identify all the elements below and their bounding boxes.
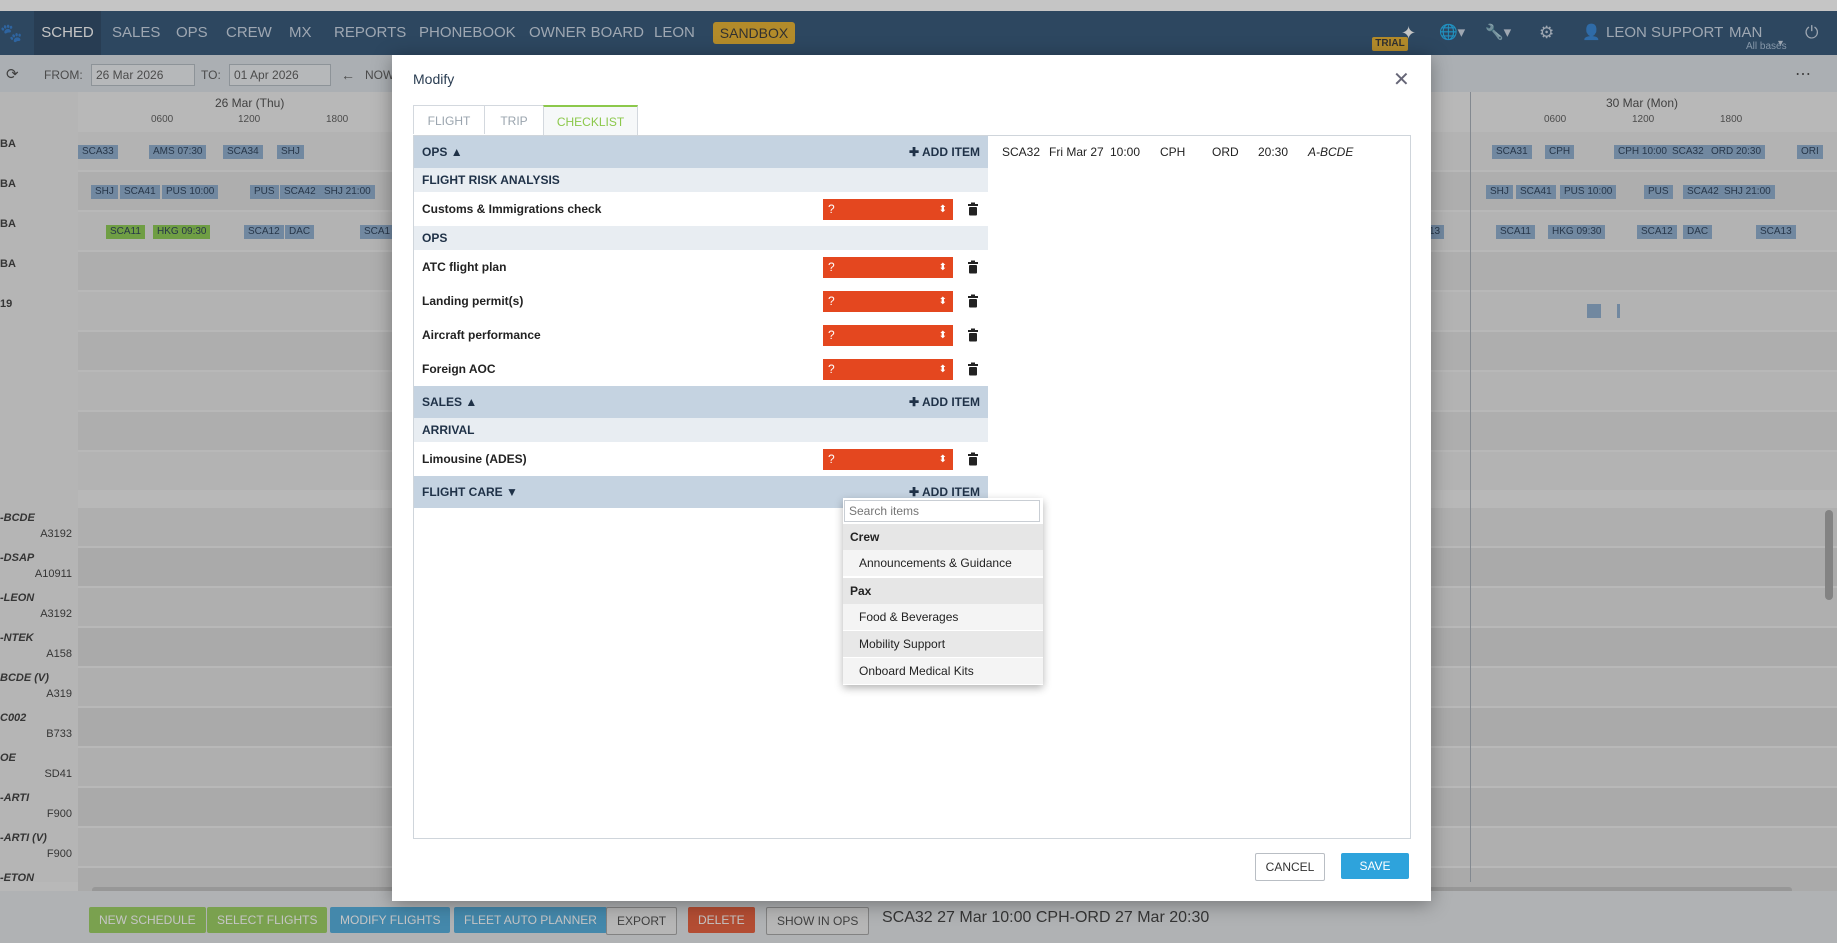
save-button[interactable]: SAVE bbox=[1341, 853, 1409, 879]
status-value: ? bbox=[828, 362, 835, 376]
plus-icon: ✚ bbox=[909, 395, 920, 409]
subsection-header: ARRIVAL bbox=[414, 418, 988, 442]
status-value: ? bbox=[828, 202, 835, 216]
item-label: ATC flight plan bbox=[422, 260, 507, 274]
subsection-title: ARRIVAL bbox=[422, 423, 475, 437]
close-icon[interactable]: ✕ bbox=[1393, 67, 1410, 92]
add-item-dropdown: Crew Announcements & Guidance Pax Food &… bbox=[843, 498, 1043, 685]
tab-checklist[interactable]: CHECKLIST bbox=[543, 105, 638, 135]
section-toggle-flight-care[interactable]: FLIGHT CARE ▼ bbox=[422, 476, 518, 508]
checklist-item: Landing permit(s) ? ⬍ bbox=[414, 284, 988, 318]
section-title: FLIGHT CARE bbox=[422, 485, 503, 499]
item-label: Limousine (ADES) bbox=[422, 452, 527, 466]
checklist-item: Customs & Immigrations check ? ⬍ bbox=[414, 192, 988, 226]
trash-icon[interactable] bbox=[966, 202, 980, 216]
section-header-ops: OPS ▲ ✚ ADD ITEM bbox=[414, 136, 988, 168]
add-item-label: ADD ITEM bbox=[922, 485, 980, 499]
updown-icon: ⬍ bbox=[938, 296, 947, 307]
updown-icon: ⬍ bbox=[938, 364, 947, 375]
item-label: Landing permit(s) bbox=[422, 294, 524, 308]
updown-icon: ⬍ bbox=[938, 262, 947, 273]
add-item-label: ADD ITEM bbox=[922, 395, 980, 409]
dropdown-group: Pax bbox=[843, 578, 1043, 604]
status-select[interactable]: ? ⬍ bbox=[823, 359, 953, 380]
status-value: ? bbox=[828, 260, 835, 274]
section-title: SALES bbox=[422, 395, 463, 409]
flight-registration: A-BCDE bbox=[1308, 145, 1354, 159]
cancel-button[interactable]: CANCEL bbox=[1255, 853, 1325, 881]
updown-icon: ⬍ bbox=[938, 204, 947, 215]
status-select[interactable]: ? ⬍ bbox=[823, 257, 953, 278]
tab-trip[interactable]: TRIP bbox=[484, 105, 544, 134]
trash-icon[interactable] bbox=[966, 362, 980, 376]
section-toggle-sales[interactable]: SALES ▲ bbox=[422, 386, 477, 418]
modify-dialog: Modify ✕ FLIGHT TRIP CHECKLIST OPS ▲ ✚ A… bbox=[392, 55, 1431, 901]
updown-icon: ⬍ bbox=[938, 454, 947, 465]
flight-number: SCA32 bbox=[1002, 145, 1041, 159]
flight-dep-time: 10:00 bbox=[1110, 145, 1141, 159]
trash-icon[interactable] bbox=[966, 452, 980, 466]
flight-to: ORD bbox=[1212, 145, 1239, 159]
item-label: Customs & Immigrations check bbox=[422, 202, 602, 216]
status-select[interactable]: ? ⬍ bbox=[823, 449, 953, 470]
dialog-title: Modify bbox=[413, 71, 455, 87]
search-items-input[interactable] bbox=[844, 500, 1040, 522]
dropdown-option[interactable]: Announcements & Guidance bbox=[843, 550, 1043, 576]
checklist-item: Limousine (ADES) ? ⬍ bbox=[414, 442, 988, 476]
flight-arr-time: 20:30 bbox=[1258, 145, 1289, 159]
add-item-button[interactable]: ✚ ADD ITEM bbox=[909, 136, 980, 168]
subsection-title: OPS bbox=[422, 231, 448, 245]
tab-flight[interactable]: FLIGHT bbox=[413, 105, 485, 134]
plus-icon: ✚ bbox=[909, 485, 920, 499]
subsection-title: FLIGHT RISK ANALYSIS bbox=[422, 173, 560, 187]
section-title: OPS bbox=[422, 145, 448, 159]
plus-icon: ✚ bbox=[909, 145, 920, 159]
trash-icon[interactable] bbox=[966, 328, 980, 342]
flight-date: Fri Mar 27 bbox=[1049, 145, 1104, 159]
trash-icon[interactable] bbox=[966, 260, 980, 274]
subsection-header: OPS bbox=[414, 226, 988, 250]
status-select[interactable]: ? ⬍ bbox=[823, 291, 953, 312]
flight-list-panel: SCA32 Fri Mar 27 10:00 CPH ORD 20:30 A-B… bbox=[988, 135, 1411, 839]
section-header-sales: SALES ▲ ✚ ADD ITEM bbox=[414, 386, 988, 418]
status-value: ? bbox=[828, 294, 835, 308]
caret-up-icon: ▲ bbox=[465, 395, 478, 409]
status-value: ? bbox=[828, 328, 835, 342]
checklist-item: Aircraft performance ? ⬍ bbox=[414, 318, 988, 352]
item-label: Aircraft performance bbox=[422, 328, 541, 342]
status-value: ? bbox=[828, 452, 835, 466]
checklist-item: ATC flight plan ? ⬍ bbox=[414, 250, 988, 284]
checklist-item: Foreign AOC ? ⬍ bbox=[414, 352, 988, 386]
status-select[interactable]: ? ⬍ bbox=[823, 199, 953, 220]
dropdown-option[interactable]: Onboard Medical Kits bbox=[843, 658, 1043, 684]
trash-icon[interactable] bbox=[966, 294, 980, 308]
updown-icon: ⬍ bbox=[938, 330, 947, 341]
dropdown-option[interactable]: Food & Beverages bbox=[843, 604, 1043, 630]
flight-from: CPH bbox=[1160, 145, 1186, 159]
subsection-header: FLIGHT RISK ANALYSIS bbox=[414, 168, 988, 192]
checklist-panel: OPS ▲ ✚ ADD ITEM FLIGHT RISK ANALYSIS Cu… bbox=[413, 135, 989, 839]
add-item-button[interactable]: ✚ ADD ITEM bbox=[909, 386, 980, 418]
item-label: Foreign AOC bbox=[422, 362, 496, 376]
caret-up-icon: ▲ bbox=[450, 145, 463, 159]
caret-down-icon: ▼ bbox=[506, 485, 518, 499]
status-select[interactable]: ? ⬍ bbox=[823, 325, 953, 346]
add-item-label: ADD ITEM bbox=[922, 145, 980, 159]
dropdown-option[interactable]: Mobility Support bbox=[843, 631, 1043, 657]
dropdown-group: Crew bbox=[843, 524, 1043, 550]
section-toggle-ops[interactable]: OPS ▲ bbox=[422, 136, 463, 168]
